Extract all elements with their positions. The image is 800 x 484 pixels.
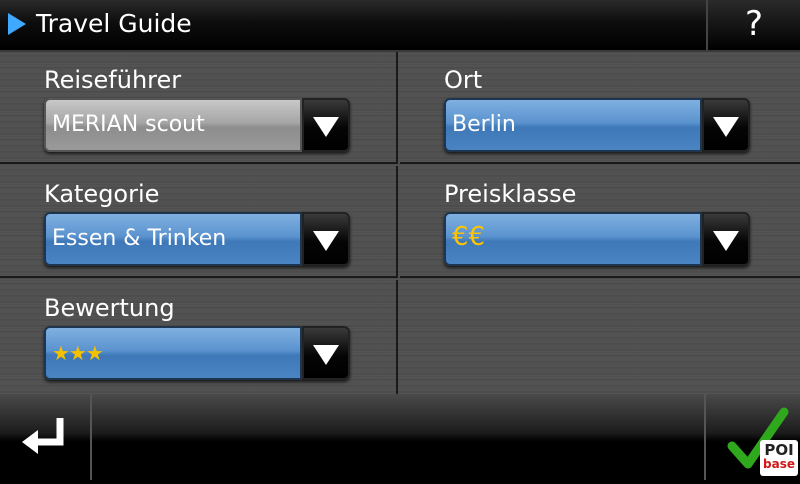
play-arrow-icon [8, 13, 26, 35]
confirm-button[interactable]: POI base [708, 394, 800, 480]
reisefuehrer-label: Reiseführer [44, 66, 182, 94]
page-title: Travel Guide [36, 9, 192, 38]
chevron-down-icon[interactable] [702, 98, 750, 152]
preisklasse-value: €€ [452, 222, 486, 252]
ort-cell: Ort Berlin [400, 52, 800, 164]
logo-text-base: base [763, 457, 795, 471]
chevron-down-icon[interactable] [302, 326, 350, 380]
help-button[interactable]: ? [706, 0, 800, 50]
settings-panel: Reiseführer MERIAN scout Ort Berlin Kate… [0, 52, 800, 394]
kategorie-value: Essen & Trinken [52, 226, 227, 251]
dropdown-field: €€ [444, 212, 702, 266]
title-bar: Travel Guide ? [0, 0, 800, 52]
preisklasse-cell: Preisklasse €€ [400, 166, 800, 278]
bewertung-value: ★★★ [52, 341, 104, 365]
logo-text-poi: POI [764, 441, 794, 459]
empty-cell [400, 280, 800, 394]
dropdown-field: ★★★ [44, 326, 302, 380]
dropdown-field: Berlin [444, 98, 702, 152]
dropdown-field: MERIAN scout [44, 98, 302, 152]
ort-label: Ort [444, 66, 483, 94]
preisklasse-label: Preisklasse [444, 180, 577, 208]
bewertung-dropdown[interactable]: ★★★ [44, 326, 350, 380]
ort-dropdown[interactable]: Berlin [444, 98, 750, 152]
reisefuehrer-value: MERIAN scout [52, 112, 205, 137]
chevron-down-icon[interactable] [702, 212, 750, 266]
bewertung-label: Bewertung [44, 294, 175, 322]
return-arrow-icon [22, 418, 64, 454]
reisefuehrer-dropdown[interactable]: MERIAN scout [44, 98, 350, 152]
bewertung-cell: Bewertung ★★★ [0, 280, 398, 394]
dropdown-field: Essen & Trinken [44, 212, 302, 266]
question-mark-icon: ? [744, 4, 764, 44]
kategorie-cell: Kategorie Essen & Trinken [0, 166, 398, 278]
reisefuehrer-cell: Reiseführer MERIAN scout [0, 52, 398, 164]
chevron-down-icon[interactable] [302, 212, 350, 266]
kategorie-label: Kategorie [44, 180, 160, 208]
poi-base-logo: POI base [760, 440, 798, 476]
chevron-down-icon[interactable] [302, 98, 350, 152]
preisklasse-dropdown[interactable]: €€ [444, 212, 750, 266]
ort-value: Berlin [452, 112, 516, 137]
back-button[interactable] [0, 394, 92, 480]
bottom-bar-spacer [92, 394, 706, 480]
bottom-bar: POI base [0, 394, 800, 480]
kategorie-dropdown[interactable]: Essen & Trinken [44, 212, 350, 266]
